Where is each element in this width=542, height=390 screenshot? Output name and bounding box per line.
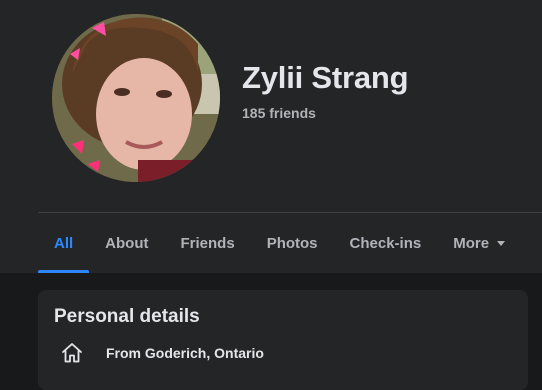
hometown-text: From Goderich, Ontario [106, 345, 264, 361]
tab-all[interactable]: All [38, 213, 90, 273]
personal-details-title: Personal details [54, 306, 200, 327]
personal-details-card: Personal details From Goderich, Ontario [38, 290, 528, 390]
profile-avatar[interactable] [52, 14, 220, 182]
friends-count-link[interactable]: 185 friends [242, 105, 316, 121]
profile-name: Zylii Strang [242, 60, 409, 95]
tab-check-ins-label: Check-ins [349, 234, 422, 252]
hometown-detail: From Goderich, Ontario [60, 341, 264, 365]
tab-about[interactable]: About [89, 213, 164, 273]
profile-tabs: All About Friends Photos Check-ins More [38, 213, 521, 273]
home-icon [62, 343, 82, 363]
avatar-photo [52, 14, 220, 182]
tab-check-ins[interactable]: Check-ins [334, 213, 438, 273]
tab-friends[interactable]: Friends [165, 213, 251, 273]
tab-more[interactable]: More [437, 213, 521, 273]
tab-all-label: All [54, 234, 74, 252]
tab-more-label: More [453, 234, 490, 252]
tab-about-label: About [105, 234, 149, 252]
caret-down-icon [497, 240, 506, 246]
tab-photos[interactable]: Photos [251, 213, 334, 273]
tab-photos-label: Photos [266, 234, 318, 252]
profile-header: Zylii Strang 185 friends All About Frien… [0, 0, 542, 273]
tab-friends-label: Friends [180, 234, 235, 252]
